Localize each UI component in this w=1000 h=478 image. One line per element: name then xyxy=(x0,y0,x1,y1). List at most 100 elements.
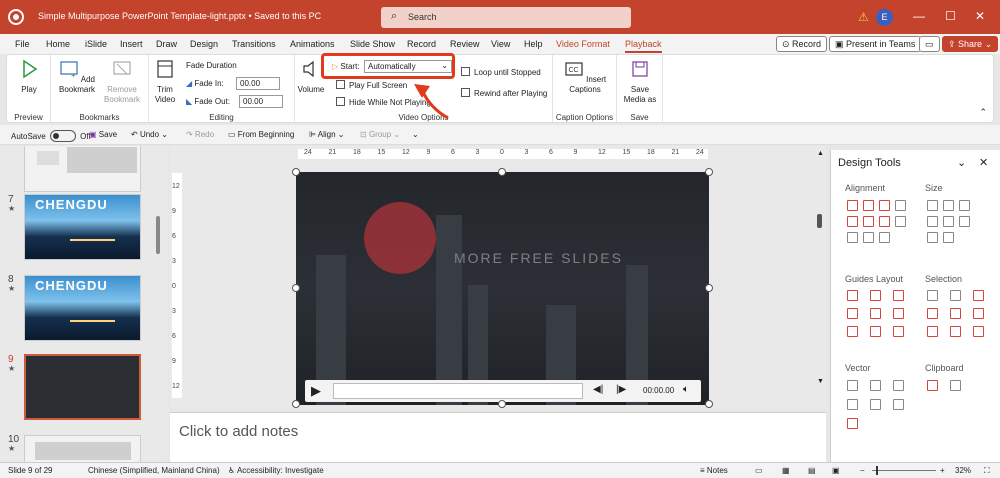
guide-icon[interactable] xyxy=(870,308,881,319)
align-left-icon[interactable] xyxy=(847,200,858,211)
fit-to-window-icon[interactable]: ⛶ xyxy=(984,466,990,476)
guide-icon[interactable] xyxy=(847,308,858,319)
spacing-icon[interactable] xyxy=(863,232,874,243)
scrollbar-thumb[interactable] xyxy=(817,214,822,228)
size-fit-icon[interactable] xyxy=(943,216,954,227)
vector-icon[interactable] xyxy=(847,380,858,391)
scroll-down-icon[interactable]: ▼ xyxy=(817,378,824,385)
align-middle-icon[interactable] xyxy=(863,216,874,227)
resize-handle[interactable] xyxy=(705,284,713,292)
spacing-icon[interactable] xyxy=(847,232,858,243)
select-icon[interactable] xyxy=(927,326,938,337)
canvas-scrollbar[interactable]: ▲ ▼ xyxy=(816,150,824,408)
resize-handle[interactable] xyxy=(292,284,300,292)
spacing-icon[interactable] xyxy=(879,232,890,243)
present-in-teams-button[interactable]: ▣ Present in Teams xyxy=(829,36,922,52)
scroll-up-icon[interactable]: ▲ xyxy=(817,150,824,157)
volume-icon[interactable]: 🔈︎ xyxy=(683,384,689,395)
select-icon[interactable] xyxy=(927,290,938,301)
reading-view-icon[interactable]: ▤ xyxy=(808,466,816,475)
close-icon[interactable]: ✕ xyxy=(975,9,985,23)
tab-draw[interactable]: Draw xyxy=(156,39,177,49)
size-fit-icon[interactable] xyxy=(943,232,954,243)
vector-icon[interactable] xyxy=(847,399,858,410)
play-full-screen-checkbox[interactable]: Play Full Screen xyxy=(336,80,407,90)
tab-transitions[interactable]: Transitions xyxy=(232,39,276,49)
zoom-level[interactable]: 32% xyxy=(955,466,971,475)
fade-out-input[interactable]: 00.00 xyxy=(239,95,283,108)
select-icon[interactable] xyxy=(927,308,938,319)
vector-icon[interactable] xyxy=(893,399,904,410)
forward-icon[interactable]: |▶ xyxy=(616,384,626,395)
guide-icon[interactable] xyxy=(847,326,858,337)
normal-view-icon[interactable]: ▭ xyxy=(755,466,763,475)
select-icon[interactable] xyxy=(950,290,961,301)
guide-icon[interactable] xyxy=(847,290,858,301)
size-height-icon[interactable] xyxy=(943,200,954,211)
guide-icon[interactable] xyxy=(870,326,881,337)
slide-sorter-icon[interactable]: ▦ xyxy=(782,466,790,475)
trim-video-button[interactable]: Trim Video xyxy=(151,59,179,105)
video-object[interactable]: MORE FREE SLIDES ▶ ◀| |▶ 00:00.00 🔈︎ xyxy=(296,172,709,405)
resize-handle[interactable] xyxy=(705,400,713,408)
slide-thumbnail-8[interactable]: CHENGDU xyxy=(24,275,141,341)
zoom-slider[interactable] xyxy=(872,470,936,471)
vector-icon[interactable] xyxy=(870,380,881,391)
size-width-icon[interactable] xyxy=(927,200,938,211)
size-fit-icon[interactable] xyxy=(959,216,970,227)
slideshow-view-icon[interactable]: ▣ xyxy=(832,466,840,475)
minimize-icon[interactable]: — xyxy=(913,9,925,23)
tab-slide-show[interactable]: Slide Show xyxy=(350,39,395,49)
resize-handle[interactable] xyxy=(292,168,300,176)
warning-icon[interactable]: ⚠ xyxy=(858,10,869,24)
zoom-slider-thumb[interactable] xyxy=(876,466,878,475)
guide-icon[interactable] xyxy=(893,290,904,301)
select-icon[interactable] xyxy=(973,290,984,301)
play-icon[interactable]: ▶ xyxy=(311,383,321,399)
slides-scrollbar[interactable] xyxy=(156,216,160,254)
avatar[interactable]: E xyxy=(876,9,893,26)
collapse-ribbon-icon[interactable]: ⌃ xyxy=(979,107,987,118)
vector-icon[interactable] xyxy=(870,399,881,410)
add-bookmark-button[interactable]: + Add Bookmark xyxy=(57,59,97,95)
rewind-icon[interactable]: ◀| xyxy=(593,384,603,395)
vector-icon[interactable] xyxy=(893,380,904,391)
tab-insert[interactable]: Insert xyxy=(120,39,143,49)
resize-handle[interactable] xyxy=(292,400,300,408)
align-bottom-icon[interactable] xyxy=(879,216,890,227)
align-center-icon[interactable] xyxy=(863,200,874,211)
vector-icon[interactable] xyxy=(847,418,858,429)
distribute-horizontal-icon[interactable] xyxy=(895,200,906,211)
tab-record[interactable]: Record xyxy=(407,39,436,49)
zoom-in-icon[interactable]: + xyxy=(940,466,945,475)
share-button[interactable]: ⇪ Share ⌄ xyxy=(942,36,999,52)
maximize-icon[interactable]: ☐ xyxy=(945,9,956,23)
select-icon[interactable] xyxy=(973,326,984,337)
comments-button[interactable]: ▭ xyxy=(919,36,940,52)
close-panel-icon[interactable]: ✕ xyxy=(979,156,988,169)
notes-pane[interactable]: Click to add notes xyxy=(170,412,826,462)
save-media-as-button[interactable]: Save Media as xyxy=(621,59,659,105)
size-both-icon[interactable] xyxy=(959,200,970,211)
size-fit-icon[interactable] xyxy=(927,216,938,227)
fade-in-input[interactable]: 00.00 xyxy=(236,77,280,90)
autosave-toggle[interactable]: AutoSave Off xyxy=(11,130,91,142)
video-progress-bar[interactable] xyxy=(333,383,583,399)
tab-review[interactable]: Review xyxy=(450,39,480,49)
tab-view[interactable]: View xyxy=(491,39,510,49)
slide-thumbnail-6[interactable] xyxy=(24,146,141,192)
copy-icon[interactable] xyxy=(927,380,938,391)
align-button[interactable]: ⊫ Align ⌄ xyxy=(309,130,344,139)
undo-button[interactable]: ↶ Undo ⌄ xyxy=(131,130,168,139)
chevron-down-icon[interactable]: ⌄ xyxy=(957,156,966,169)
play-button[interactable]: Play xyxy=(17,59,41,95)
slide-thumbnail-10[interactable] xyxy=(24,435,141,462)
resize-handle[interactable] xyxy=(498,168,506,176)
resize-handle[interactable] xyxy=(498,400,506,408)
search-box[interactable]: ⌕ Search xyxy=(381,7,631,28)
size-fit-icon[interactable] xyxy=(927,232,938,243)
slide-thumbnail-7[interactable]: CHENGDU xyxy=(24,194,141,260)
from-beginning-button[interactable]: ▭ From Beginning xyxy=(228,130,294,139)
tab-design[interactable]: Design xyxy=(190,39,218,49)
tab-help[interactable]: Help xyxy=(524,39,543,49)
